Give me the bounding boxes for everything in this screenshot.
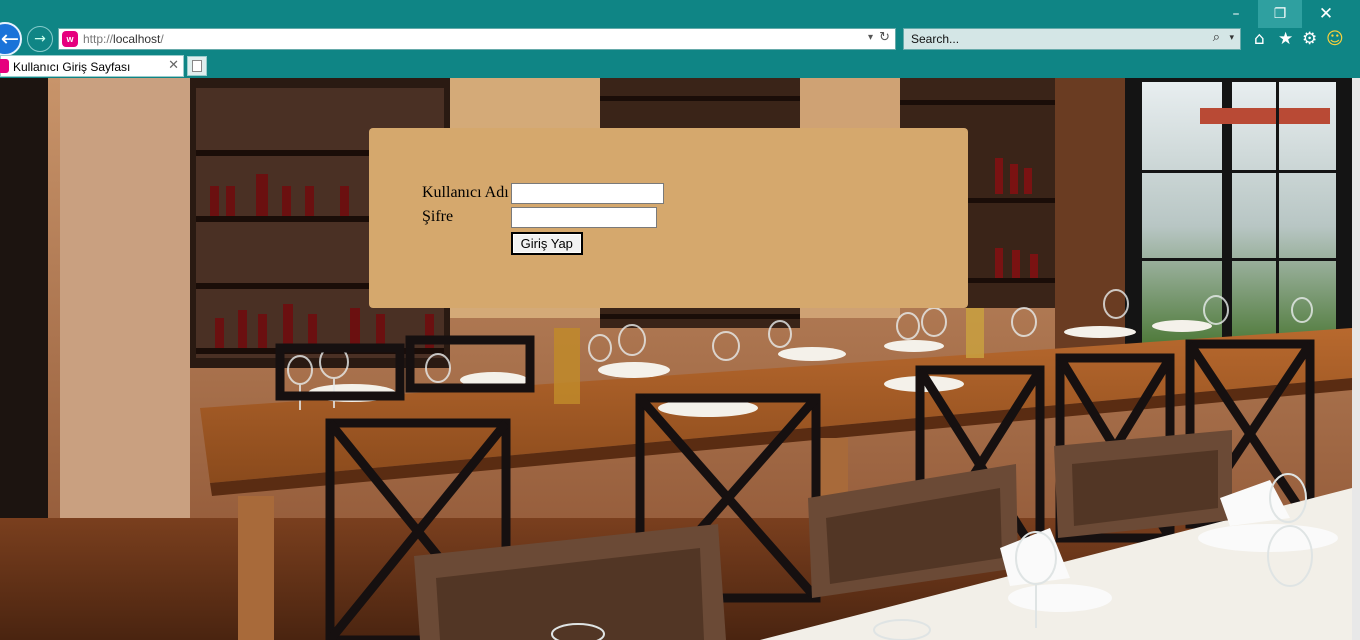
page-scrollbar[interactable] (1352, 78, 1360, 640)
submit-row: Giriş Yap (422, 230, 664, 255)
tab-login-page[interactable]: Kullanıcı Giriş Sayfası ✕ (0, 55, 184, 77)
url-protocol: http:// (83, 32, 114, 46)
home-icon[interactable]: ⌂ (1254, 29, 1265, 49)
refresh-icon[interactable]: ↻ (879, 30, 890, 45)
smiley-feedback-icon[interactable]: ☺ (1326, 29, 1344, 49)
new-tab-icon (192, 60, 202, 72)
new-tab-button[interactable] (187, 56, 207, 76)
search-icon[interactable]: ⌕ (1213, 30, 1220, 45)
tab-favicon-icon (0, 59, 9, 73)
password-input[interactable] (510, 206, 657, 228)
address-dropdown-icon[interactable]: ▾ (868, 32, 873, 43)
gear-icon[interactable]: ⚙ (1302, 29, 1317, 49)
site-favicon-icon: w (62, 31, 78, 47)
password-row: Şifre (422, 206, 664, 228)
address-url[interactable]: http://localhost/ (83, 32, 164, 46)
login-submit-button[interactable]: Giriş Yap (510, 232, 583, 255)
search-dropdown-icon[interactable]: ▾ (1229, 33, 1234, 43)
minimize-button[interactable]: – (1214, 0, 1258, 28)
username-row: Kullanıcı Adı (422, 182, 664, 204)
favorites-star-icon[interactable]: ★ (1278, 29, 1293, 49)
address-bar[interactable]: w http://localhost/ ▾ ↻ (58, 28, 896, 50)
browser-toolbar: – ❐ ✕ ← → w http://localhost/ ▾ ↻ Search… (0, 0, 1360, 78)
search-input[interactable]: Search... (911, 32, 959, 46)
close-tab-icon[interactable]: ✕ (168, 58, 179, 73)
back-arrow-icon: ← (0, 26, 20, 52)
url-host: localhost (113, 32, 161, 46)
password-label: Şifre (422, 208, 454, 225)
username-input[interactable] (510, 182, 664, 204)
login-form: Kullanıcı Adı Şifre Giriş Yap (420, 180, 666, 257)
forward-button[interactable]: → (27, 26, 53, 52)
tab-title: Kullanıcı Giriş Sayfası (13, 60, 131, 74)
close-window-button[interactable]: ✕ (1304, 0, 1348, 28)
search-box[interactable]: Search... ⌕ ▾ (903, 28, 1241, 50)
restore-button[interactable]: ❐ (1258, 0, 1302, 28)
back-button[interactable]: ← (0, 22, 22, 56)
username-label: Kullanıcı Adı (422, 184, 509, 201)
url-path: / (160, 32, 164, 46)
page-viewport: Kullanıcı Adı Şifre Giriş Yap (0, 78, 1352, 640)
forward-arrow-icon: → (34, 31, 46, 47)
login-panel: Kullanıcı Adı Şifre Giriş Yap (369, 128, 968, 308)
